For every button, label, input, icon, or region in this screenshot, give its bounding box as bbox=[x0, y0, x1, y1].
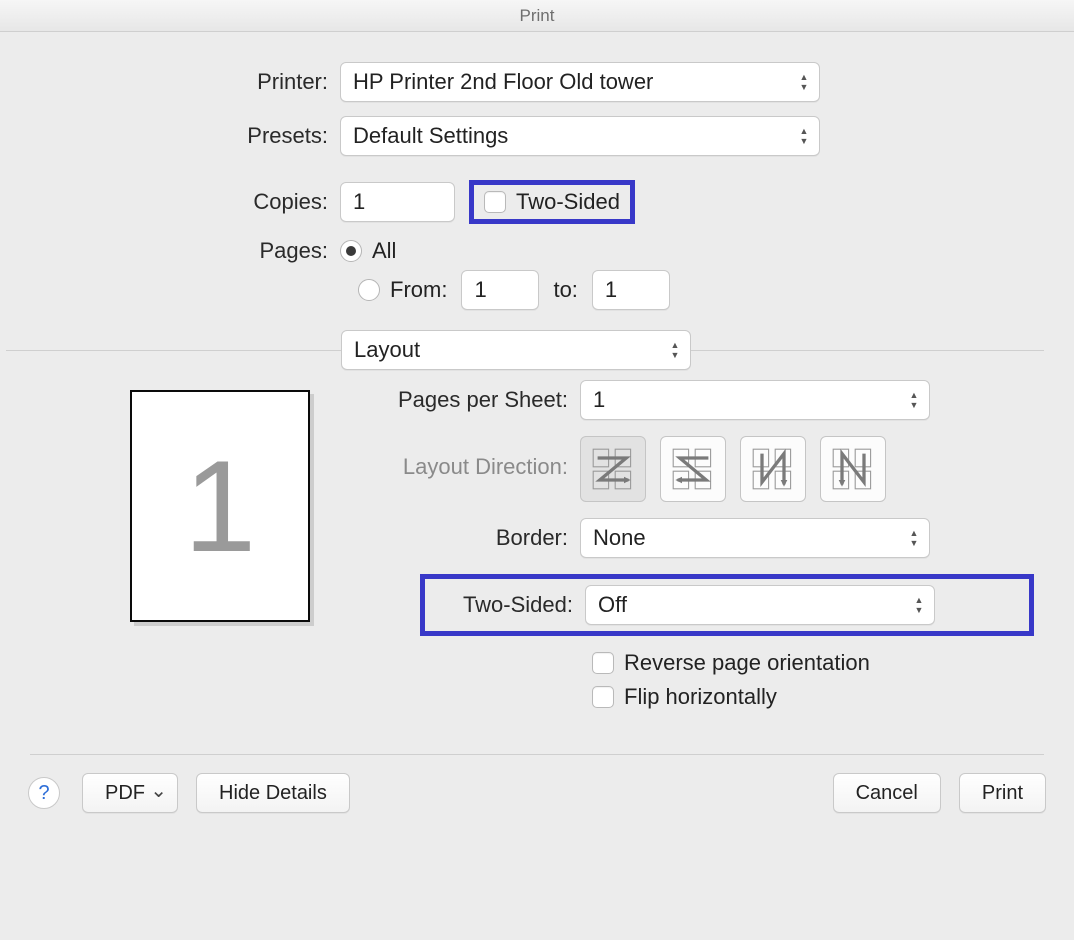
pages-per-sheet-value: 1 bbox=[593, 387, 605, 413]
pages-per-sheet-select[interactable]: 1 bbox=[580, 380, 930, 420]
two-sided-label: Two-Sided: bbox=[435, 592, 585, 618]
pages-to-label: to: bbox=[553, 277, 577, 303]
stepper-icon bbox=[903, 524, 925, 552]
stepper-icon bbox=[664, 336, 686, 364]
pages-from-label: From: bbox=[390, 277, 447, 303]
preview-number: 1 bbox=[184, 431, 256, 581]
border-value: None bbox=[593, 525, 646, 551]
hide-details-label: Hide Details bbox=[219, 782, 327, 805]
pages-from-radio[interactable] bbox=[358, 279, 380, 301]
window-title: Print bbox=[520, 6, 555, 25]
section-value: Layout bbox=[354, 337, 420, 363]
printer-value: HP Printer 2nd Floor Old tower bbox=[353, 69, 653, 95]
border-label: Border: bbox=[360, 525, 580, 551]
pdf-dropdown-button[interactable]: PDF bbox=[82, 773, 178, 813]
two-sided-select-highlight: Two-Sided: Off bbox=[420, 574, 1034, 636]
stepper-icon bbox=[903, 386, 925, 414]
layout-direction-n-down-button[interactable] bbox=[740, 436, 806, 502]
two-sided-select[interactable]: Off bbox=[585, 585, 935, 625]
pdf-label: PDF bbox=[105, 782, 145, 805]
n-right-direction-icon bbox=[831, 447, 875, 491]
cancel-label: Cancel bbox=[856, 782, 918, 805]
print-label: Print bbox=[982, 782, 1023, 805]
hide-details-button[interactable]: Hide Details bbox=[196, 773, 350, 813]
layout-direction-z-button[interactable] bbox=[580, 436, 646, 502]
stepper-icon bbox=[908, 591, 930, 619]
layout-section: 1 Pages per Sheet: 1 Layout Direction: bbox=[0, 380, 1074, 726]
reverse-orientation-label: Reverse page orientation bbox=[624, 650, 870, 676]
copies-value: 1 bbox=[353, 189, 365, 215]
layout-direction-s-button[interactable] bbox=[660, 436, 726, 502]
printer-label: Printer: bbox=[0, 69, 340, 95]
print-button[interactable]: Print bbox=[959, 773, 1046, 813]
presets-value: Default Settings bbox=[353, 123, 508, 149]
footer: ? PDF Hide Details Cancel Print bbox=[0, 755, 1074, 817]
page-preview: 1 bbox=[130, 390, 310, 622]
presets-label: Presets: bbox=[0, 123, 340, 149]
two-sided-checkbox-label: Two-Sided bbox=[516, 189, 620, 215]
layout-direction-label: Layout Direction: bbox=[360, 436, 580, 480]
flip-horizontally-label: Flip horizontally bbox=[624, 684, 777, 710]
two-sided-checkbox[interactable] bbox=[484, 191, 506, 213]
layout-direction-n-right-button[interactable] bbox=[820, 436, 886, 502]
reverse-orientation-checkbox[interactable] bbox=[592, 652, 614, 674]
pages-from-value: 1 bbox=[474, 277, 486, 303]
two-sided-value: Off bbox=[598, 592, 627, 618]
pages-from-input[interactable]: 1 bbox=[461, 270, 539, 310]
stepper-icon bbox=[793, 68, 815, 96]
print-dialog: Printer: HP Printer 2nd Floor Old tower … bbox=[0, 32, 1074, 847]
n-down-direction-icon bbox=[751, 447, 795, 491]
s-direction-icon bbox=[671, 447, 715, 491]
title-bar: Print bbox=[0, 0, 1074, 32]
two-sided-checkbox-highlight: Two-Sided bbox=[469, 180, 635, 224]
stepper-icon bbox=[793, 122, 815, 150]
section-select[interactable]: Layout bbox=[341, 330, 691, 370]
flip-horizontally-checkbox[interactable] bbox=[592, 686, 614, 708]
printer-select[interactable]: HP Printer 2nd Floor Old tower bbox=[340, 62, 820, 102]
pages-to-value: 1 bbox=[605, 277, 617, 303]
pages-to-input[interactable]: 1 bbox=[592, 270, 670, 310]
pages-label: Pages: bbox=[0, 238, 340, 264]
border-select[interactable]: None bbox=[580, 518, 930, 558]
copies-input[interactable]: 1 bbox=[340, 182, 455, 222]
presets-select[interactable]: Default Settings bbox=[340, 116, 820, 156]
copies-label: Copies: bbox=[0, 189, 340, 215]
pages-all-label: All bbox=[372, 238, 396, 264]
help-icon: ? bbox=[38, 782, 49, 805]
pages-per-sheet-label: Pages per Sheet: bbox=[360, 387, 580, 413]
cancel-button[interactable]: Cancel bbox=[833, 773, 941, 813]
pages-all-radio[interactable] bbox=[340, 240, 362, 262]
help-button[interactable]: ? bbox=[28, 777, 60, 809]
z-direction-icon bbox=[591, 447, 635, 491]
